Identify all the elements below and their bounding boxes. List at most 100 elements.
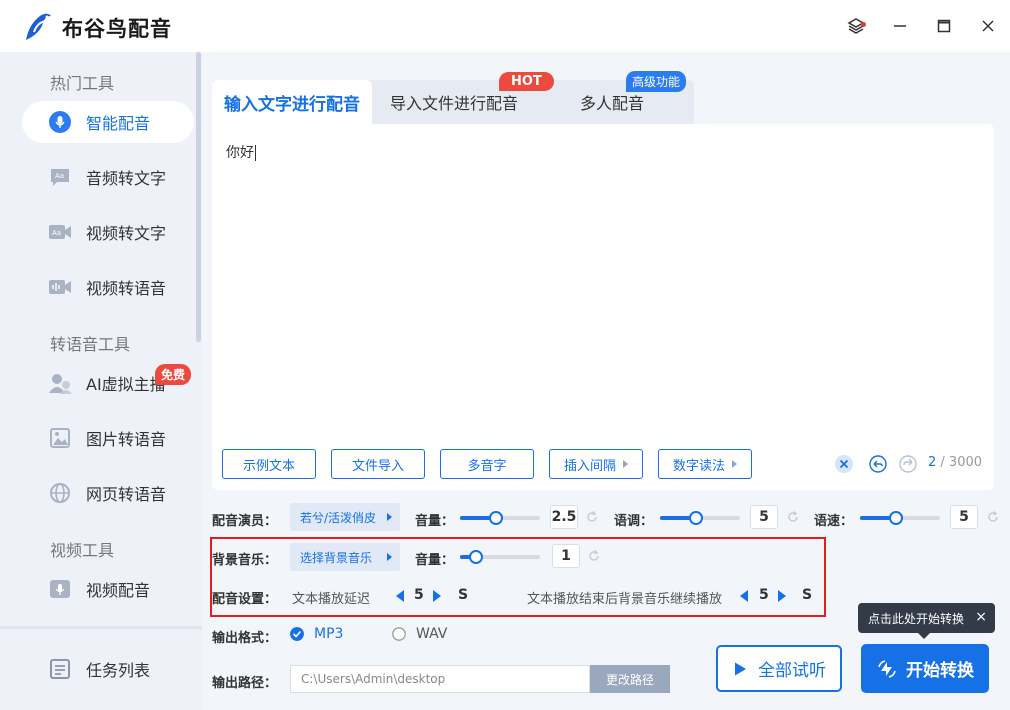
redo-icon[interactable] [898,454,918,474]
change-path-button[interactable]: 更改路径 [590,665,670,693]
pitch-label: 语调： [614,514,654,529]
speed-slider[interactable] [860,511,940,525]
radio-mp3[interactable] [290,627,304,641]
main-panel: 输入文字进行配音 导入文件进行配音 多人配音 HOT 高级功能 你好 示例文本 … [202,52,1010,710]
sidebar-scrollbar[interactable] [196,52,201,342]
bgm-select[interactable]: 选择背景音乐 [290,543,400,571]
reset-icon[interactable] [986,510,1000,524]
reset-icon[interactable] [587,549,601,563]
preview-all-button[interactable]: 全部试听 [716,645,842,692]
voice-actor-value: 若兮/活泼俏皮 [300,510,377,525]
text-editor[interactable]: 你好 示例文本 文件导入 多音字 插入间隔 数字读法 2 / 3000 [212,124,994,490]
text-caret [255,145,256,161]
output-path-input[interactable]: C:\Users\Admin\desktop [290,665,590,693]
pitch-slider[interactable] [660,511,740,525]
sidebar-group-video: 视频工具 [50,541,115,560]
sidebar-item-label: 视频转文字 [86,224,167,243]
sidebar-item-video-dubbing[interactable]: 视频配音 [22,568,194,610]
avatar-icon [48,371,72,395]
minimize-button[interactable] [878,0,922,52]
voice-actor-label: 配音演员： [212,514,278,529]
app-title: 布谷鸟配音 [62,17,172,41]
sidebar: 热门工具 智能配音 Aa 音频转文字 Aa 视频转文字 视频转语音 转语音工具 … [0,52,202,710]
bgm-label: 背景音乐： [212,553,278,568]
hot-badge: HOT [499,72,554,91]
sidebar-item-label: 任务列表 [86,661,151,680]
delay-unit: S [458,587,469,603]
slider-knob[interactable] [469,550,483,564]
audio-text-icon: Aa [48,165,72,189]
button-label: 数字读法 [672,458,725,474]
layers-button[interactable] [834,0,878,52]
tab-text-dubbing[interactable]: 输入文字进行配音 [212,80,372,124]
editor-content[interactable]: 你好 [226,142,256,162]
radio-wav[interactable] [392,627,406,641]
tab-bar: 输入文字进行配音 导入文件进行配音 多人配音 [212,80,694,124]
voice-volume-value[interactable]: 2.5 [550,505,578,529]
sidebar-item-image-to-voice[interactable]: 图片转语音 [22,417,194,459]
maximize-icon [937,19,951,33]
close-icon [982,20,994,32]
dropdown-arrow-icon [623,460,628,468]
svg-text:Aa: Aa [55,172,64,180]
number-reading-button[interactable]: 数字读法 [658,449,752,479]
button-label: 多音字 [467,458,507,474]
sidebar-item-label: AI虚拟主播 [86,375,166,394]
sidebar-divider [0,626,202,629]
file-import-button[interactable]: 文件导入 [331,449,425,479]
char-count: 2 / 3000 [928,455,982,470]
format-wav-label[interactable]: WAV [416,626,447,642]
continue-increase-icon[interactable] [778,590,786,602]
delay-decrease-icon[interactable] [396,590,404,602]
start-convert-button[interactable]: 开始转换 [861,644,989,693]
sidebar-item-label: 视频配音 [86,581,151,600]
pitch-value[interactable]: 5 [750,505,778,529]
insert-pause-button[interactable]: 插入间隔 [549,449,643,479]
clear-text-icon[interactable] [834,454,854,474]
microphone-icon [48,110,72,134]
bgm-volume-label: 音量： [415,553,455,568]
sidebar-item-label: 视频转语音 [86,279,167,298]
sidebar-item-smart-dubbing[interactable]: 智能配音 [22,101,194,143]
continue-decrease-icon[interactable] [740,590,748,602]
sidebar-item-web-to-voice[interactable]: 网页转语音 [22,472,194,514]
slider-knob[interactable] [889,511,903,525]
close-window-button[interactable] [966,0,1010,52]
bgm-volume-slider[interactable] [460,550,540,564]
button-label: 全部试听 [758,661,826,681]
format-mp3-label[interactable]: MP3 [314,626,343,642]
button-label: 开始转换 [906,661,974,681]
svg-text:Aa: Aa [52,229,61,237]
sample-text-button[interactable]: 示例文本 [222,449,316,479]
sidebar-item-task-list[interactable]: 任务列表 [22,648,194,690]
editor-text: 你好 [226,145,254,161]
slider-knob[interactable] [489,511,503,525]
advanced-feature-badge: 高级功能 [626,71,687,92]
char-count-max: / 3000 [936,455,983,470]
undo-icon[interactable] [868,454,888,474]
voice-volume-slider[interactable] [460,511,540,525]
voice-actor-select[interactable]: 若兮/活泼俏皮 [290,503,400,531]
notification-dot [861,22,866,27]
sidebar-item-label: 网页转语音 [86,485,167,504]
bgm-volume-value[interactable]: 1 [552,544,580,568]
polyphone-button[interactable]: 多音字 [440,449,534,479]
speed-value[interactable]: 5 [950,505,978,529]
reset-icon[interactable] [585,510,599,524]
tooltip-close-icon[interactable]: × [975,609,987,625]
output-format-label: 输出格式： [212,631,278,646]
bgm-value: 选择背景音乐 [300,550,373,565]
minimize-icon [894,25,906,27]
sidebar-item-video-to-text[interactable]: Aa 视频转文字 [22,211,194,253]
reset-icon[interactable] [786,510,800,524]
sidebar-item-label: 图片转语音 [86,430,167,449]
sidebar-item-video-to-voice[interactable]: 视频转语音 [22,266,194,308]
delay-increase-icon[interactable] [433,590,441,602]
free-badge: 免费 [155,364,192,385]
bgm-continue-label: 文本播放结束后背景音乐继续播放 [527,592,723,607]
maximize-button[interactable] [922,0,966,52]
sidebar-group-tts: 转语音工具 [50,335,131,354]
globe-icon [48,481,72,505]
slider-knob[interactable] [689,511,703,525]
sidebar-item-audio-to-text[interactable]: Aa 音频转文字 [22,156,194,198]
